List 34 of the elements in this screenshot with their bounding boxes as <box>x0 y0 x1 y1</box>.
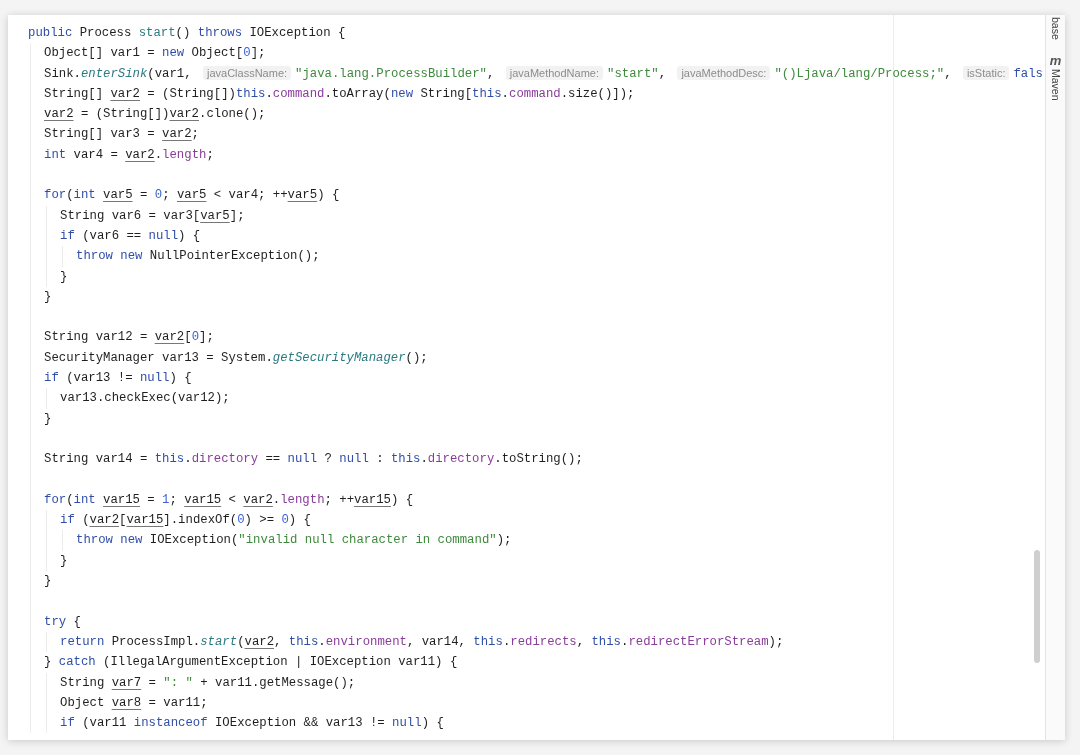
code-line: } <box>60 552 68 570</box>
code-line: SecurityManager var13 = System.getSecurityManager(); <box>44 349 428 367</box>
code-line: for(int var15 = 1; var15 < var2.length; ++var15) { <box>44 491 414 509</box>
code-line: try { <box>44 613 81 631</box>
code-line: int var4 = var2.length; <box>44 146 214 164</box>
tool-window-tab[interactable]: Maven <box>1050 68 1061 101</box>
code-line: var13.checkExec(var12); <box>60 390 230 408</box>
code-line: String[] var2 = (String[])this.command.toArray(new String[this.command.size()]); <box>44 85 635 103</box>
code-line: Object[] var1 = new Object[0]; <box>44 45 266 63</box>
code-line: if (var2[var15].indexOf(0) >= 0) { <box>60 512 311 530</box>
code-line: } <box>44 410 52 428</box>
code-line: public Process start() throws IOException { <box>28 25 346 42</box>
code-line: String[] var3 = var2; <box>44 126 199 144</box>
code-line: throw new NullPointerException(); <box>76 248 320 266</box>
scrollbar-thumb[interactable] <box>1034 550 1040 663</box>
code-line: if (var11 instanceof IOException && var13 != null) { <box>60 715 444 733</box>
code-line: String var6 = var3[var5]; <box>60 207 245 225</box>
code-line: if (var6 == null) { <box>60 227 201 245</box>
code-line: } <box>60 268 68 286</box>
code-line: String var12 = var2[0]; <box>44 329 214 347</box>
code-line: String var14 = this.directory == null ? null : this.directory.toString(); <box>44 451 583 469</box>
code-line: } catch (IllegalArgumentException | IOException var11) { <box>44 654 458 672</box>
code-line: return ProcessImpl.start(var2, this.environment, var14, this.redirects, this.redirectErrorStream); <box>60 633 784 651</box>
code-line: var2 = (String[])var2.clone(); <box>44 106 266 124</box>
code-line: throw new IOException("invalid null character in command"); <box>76 532 512 550</box>
code-line: } <box>44 288 52 306</box>
code-line: Sink.enterSink(var1, javaClassName: "java.lang.ProcessBuilder", javaMethodName: "start", javaMethodDesc: "()Ljava/lang/Process;", isStatic: fals <box>44 64 1043 83</box>
code-line: for(int var5 = 0; var5 < var4; ++var5) { <box>44 187 340 205</box>
maven-icon: m <box>1049 53 1062 67</box>
code-line: if (var13 != null) { <box>44 370 192 388</box>
code-line: } <box>44 573 52 590</box>
code-line: Object var8 = var11; <box>60 694 208 712</box>
tool-window-tab[interactable]: base <box>1050 17 1061 40</box>
code-line: String var7 = ": " + var11.getMessage(); <box>60 674 356 692</box>
